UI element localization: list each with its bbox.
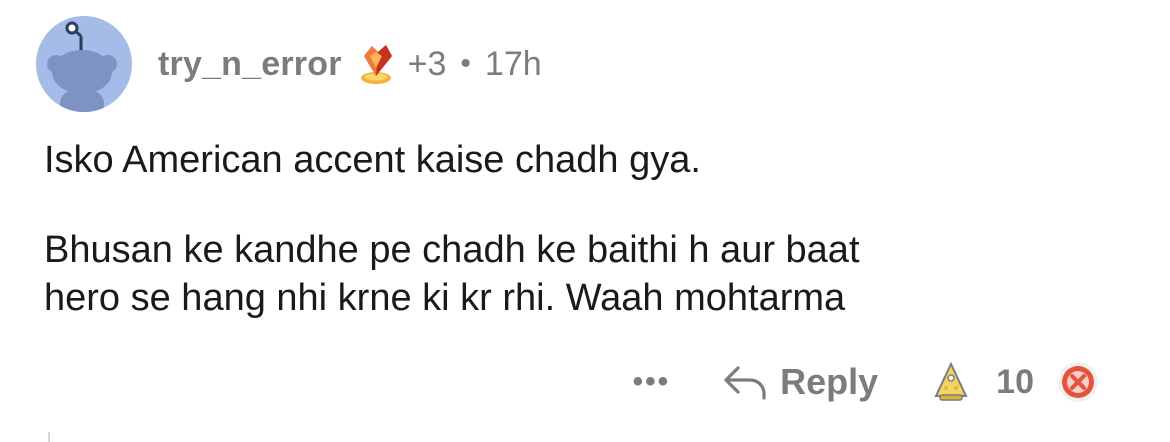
- reply-label: Reply: [780, 361, 879, 402]
- meta-separator: •: [460, 47, 471, 80]
- crystal-award-icon[interactable]: [356, 42, 396, 86]
- comment-paragraph-2: Bhusan ke kandhe pe chadh ke baithi h au…: [44, 229, 860, 319]
- reply-arrow-icon: [724, 366, 766, 400]
- vote-controls: 10: [934, 360, 1100, 404]
- comment-body: Isko American accent kaise chadh gya. Bh…: [44, 136, 1124, 364]
- comment-time: 17h: [484, 45, 542, 83]
- comment-actions: ••• Reply 10: [633, 354, 1100, 410]
- comment-meta: try_n_error +3 • 17h: [158, 42, 542, 86]
- award-count: +3: [407, 45, 447, 83]
- cone-upvote-icon[interactable]: [934, 362, 968, 402]
- vote-count: 10: [996, 362, 1034, 401]
- avatar[interactable]: [36, 16, 132, 112]
- comment: try_n_error +3 • 17h Isko American accen…: [0, 0, 1170, 442]
- comment-paragraph-1: Isko American accent kaise chadh gya.: [44, 139, 701, 181]
- more-options-button[interactable]: •••: [633, 367, 671, 397]
- reply-button[interactable]: Reply: [722, 361, 878, 403]
- username-link[interactable]: try_n_error: [158, 44, 342, 84]
- snoo-avatar-icon: [36, 16, 132, 112]
- thread-line: [48, 432, 50, 442]
- comment-header: try_n_error +3 • 17h: [36, 16, 542, 112]
- downvote-x-icon[interactable]: [1056, 360, 1100, 404]
